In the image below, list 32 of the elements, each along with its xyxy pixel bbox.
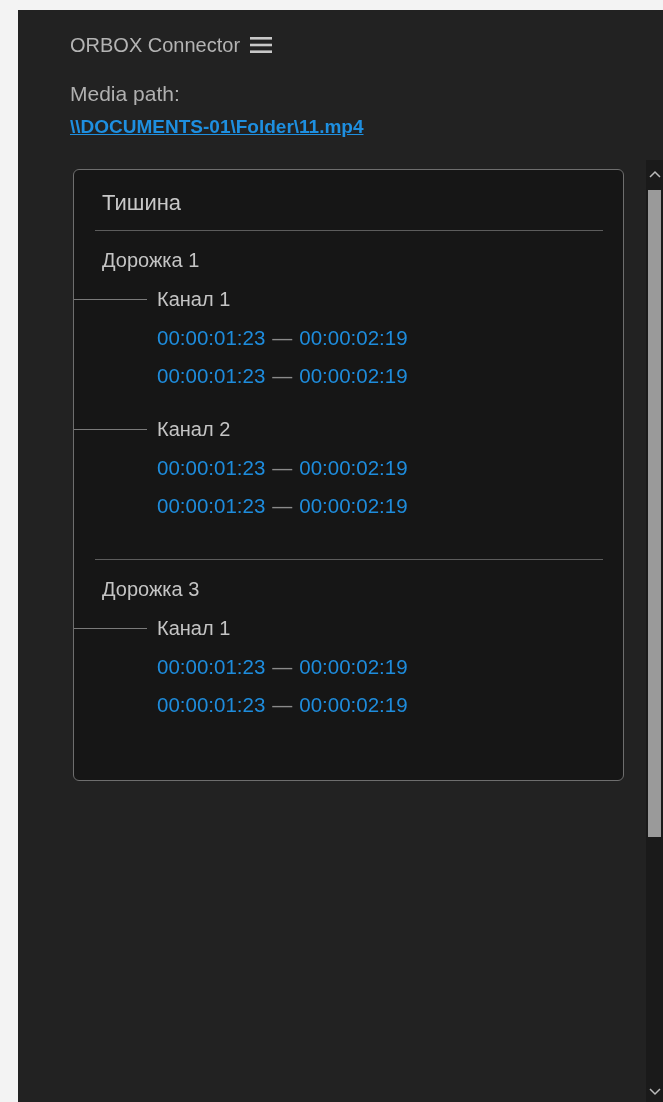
start-time: 00:00:01:23 (157, 364, 266, 388)
start-time: 00:00:01:23 (157, 456, 266, 480)
app-title: ORBOX Connector (70, 33, 241, 57)
end-time: 00:00:02:19 (299, 494, 408, 518)
end-time: 00:00:02:19 (299, 693, 408, 717)
end-time: 00:00:02:19 (299, 655, 408, 679)
channel-name: Канал 1 (157, 616, 231, 640)
channel-name: Канал 1 (157, 287, 231, 311)
channel-name: Канал 2 (157, 417, 231, 441)
start-time: 00:00:01:23 (157, 494, 266, 518)
scroll-down-icon[interactable] (648, 1088, 661, 1096)
start-time: 00:00:01:23 (157, 655, 266, 679)
scrollbar-thumb[interactable] (648, 190, 661, 837)
media-path-link[interactable]: \\DOCUMENTS-01\Folder\11.mp4 (70, 116, 364, 138)
range-separator: — (272, 693, 293, 717)
scrollbar[interactable] (646, 160, 663, 1102)
range-separator: — (272, 364, 293, 388)
range-separator: — (272, 326, 293, 350)
track-name: Дорожка 3 (101, 578, 201, 602)
card-title: Тишина (101, 190, 183, 217)
track-name: Дорожка 1 (101, 249, 201, 273)
end-time: 00:00:02:19 (299, 364, 408, 388)
media-path-label: Media path: (70, 82, 180, 106)
range-separator: — (272, 456, 293, 480)
scroll-up-icon[interactable] (648, 170, 661, 178)
end-time: 00:00:02:19 (299, 326, 408, 350)
end-time: 00:00:02:19 (299, 456, 408, 480)
start-time: 00:00:01:23 (157, 693, 266, 717)
range-separator: — (272, 655, 293, 679)
range-separator: — (272, 494, 293, 518)
start-time: 00:00:01:23 (157, 326, 266, 350)
menu-icon[interactable] (250, 36, 273, 54)
